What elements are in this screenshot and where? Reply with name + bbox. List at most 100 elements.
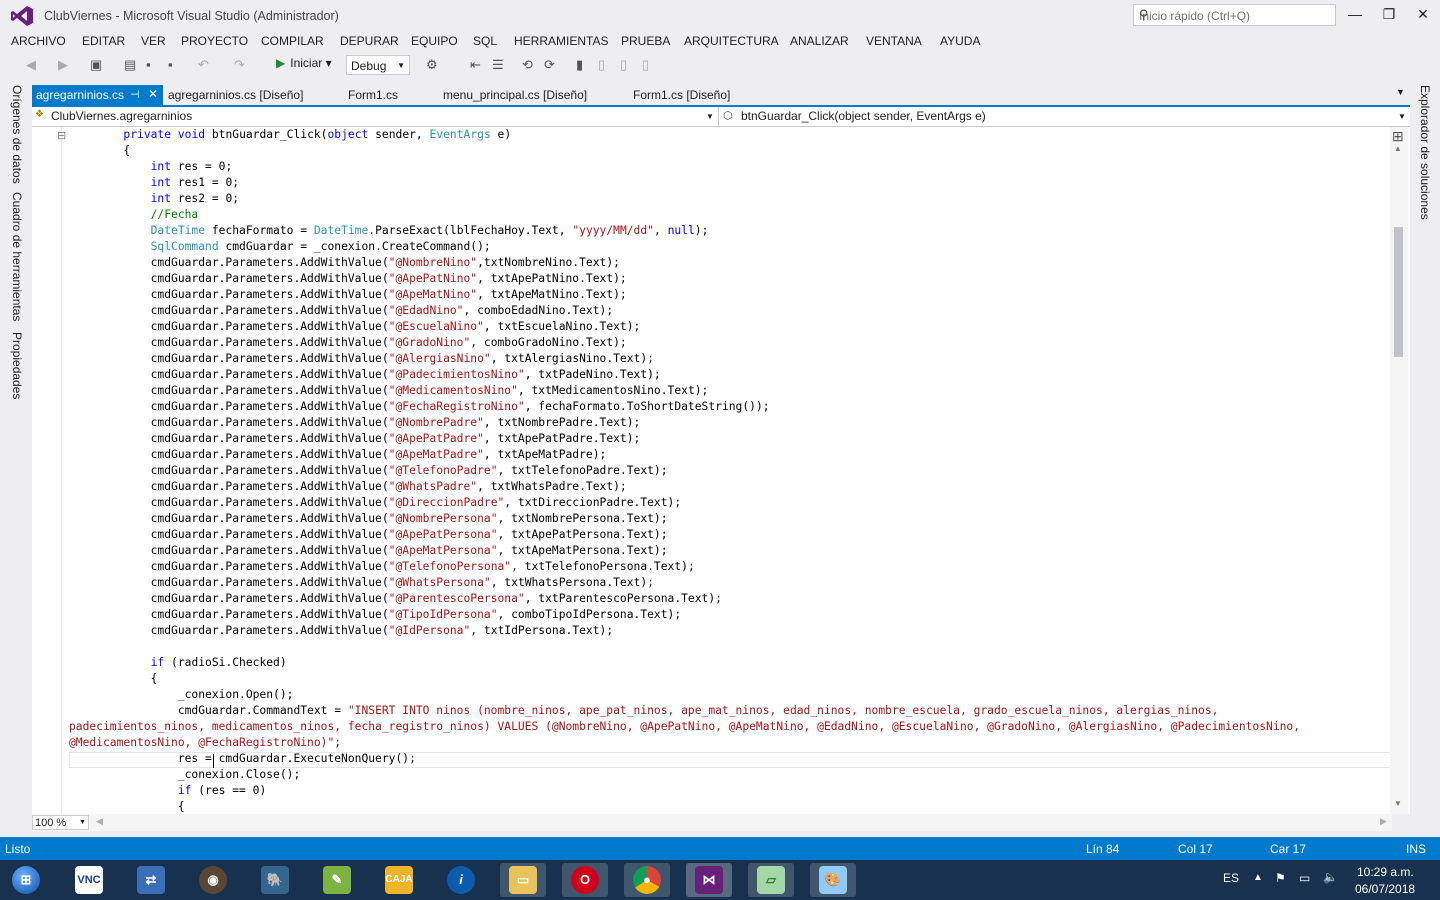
code-line[interactable]: //Fecha	[69, 207, 199, 223]
menu-proyecto[interactable]: PROYECTO	[181, 34, 248, 48]
tab-document[interactable]: Form1.cs [Diseño]	[633, 88, 730, 102]
menu-ver[interactable]: VER	[141, 34, 166, 48]
clear-bookmarks-icon[interactable]: ▯	[642, 57, 649, 73]
taskbar-webcam[interactable]: ◉	[190, 863, 236, 897]
code-editor[interactable]: ⊟ private void btnGuardar_Click(object s…	[32, 127, 1410, 814]
code-line[interactable]: _conexion.Open();	[69, 687, 294, 703]
code-line[interactable]: int res = 0;	[69, 159, 233, 175]
code-line[interactable]: @MedicamentosNino, @FechaRegistroNino)";	[69, 735, 341, 751]
tab-document[interactable]: agregarninios.cs [Diseño]	[168, 88, 303, 102]
tab-document[interactable]: menu_principal.cs [Diseño]	[443, 88, 587, 102]
next-bookmark-icon[interactable]: ▯	[620, 57, 627, 73]
code-line[interactable]: cmdGuardar.Parameters.AddWithValue("@IdP…	[69, 623, 614, 639]
clock-date[interactable]: 06/07/2018	[1355, 882, 1415, 896]
menu-prueba[interactable]: PRUEBA	[621, 34, 670, 48]
code-line[interactable]: cmdGuardar.Parameters.AddWithValue("@Ape…	[69, 447, 607, 463]
code-line[interactable]: int res2 = 0;	[69, 191, 239, 207]
menu-depurar[interactable]: DEPURAR	[340, 34, 399, 48]
input-language[interactable]: ES	[1223, 871, 1239, 885]
code-line[interactable]: padecimientos_ninos, medicamentos_ninos,…	[69, 719, 1300, 735]
code-line[interactable]: cmdGuardar.Parameters.AddWithValue("@Dir…	[69, 495, 682, 511]
panel-tab-toolbox[interactable]: Cuadro de herramientas	[10, 192, 24, 321]
prev-bookmark-icon[interactable]: ▯	[598, 57, 605, 73]
configuration-select[interactable]: Debug ▼	[346, 55, 410, 75]
code-line[interactable]: {	[69, 799, 185, 814]
code-line[interactable]: {	[69, 671, 158, 687]
tab-document[interactable]: Form1.cs	[348, 88, 398, 102]
scroll-left-icon[interactable]: ◀	[96, 816, 103, 827]
code-line[interactable]: cmdGuardar.Parameters.AddWithValue("@Ape…	[69, 271, 627, 287]
network-tray-icon[interactable]: ▭	[1299, 871, 1310, 885]
collapse-region-icon[interactable]: ⊟	[57, 129, 66, 142]
menu-compilar[interactable]: COMPILAR	[261, 34, 324, 48]
menu-editar[interactable]: EDITAR	[82, 34, 125, 48]
code-line[interactable]: {	[69, 143, 130, 159]
scroll-right-icon[interactable]: ▶	[1380, 816, 1387, 827]
step-icon[interactable]: ⇤	[470, 57, 481, 73]
panel-tab-solution-explorer[interactable]: Explorador de soluciones	[1418, 85, 1432, 220]
member-scope-dropdown[interactable]: ⬡ btnGuardar_Click(object sender, EventA…	[720, 107, 1410, 126]
code-line[interactable]: cmdGuardar.Parameters.AddWithValue("@Tel…	[69, 463, 668, 479]
menu-ayuda[interactable]: AYUDA	[940, 34, 980, 48]
code-line[interactable]: cmdGuardar.Parameters.AddWithValue("@Nom…	[69, 415, 641, 431]
indent-icon[interactable]: ☰	[492, 57, 504, 73]
start-debug-button[interactable]: ▶ Iniciar ▾	[276, 56, 332, 70]
menu-analizar[interactable]: ANALIZAR	[790, 34, 849, 48]
save-all-icon[interactable]: ▪	[168, 57, 173, 72]
code-line[interactable]: if (res == 0)	[69, 783, 266, 799]
taskbar-vnc[interactable]: VNC	[66, 863, 112, 897]
code-line[interactable]: int res1 = 0;	[69, 175, 239, 191]
code-line[interactable]: DateTime fechaFormato = DateTime.ParseEx…	[69, 223, 709, 239]
panel-tab-data-sources[interactable]: Orígenes de datos	[10, 85, 24, 184]
taskbar-visual-studio[interactable]: ⋈	[686, 863, 732, 897]
taskbar-paint[interactable]: 🎨	[810, 863, 856, 897]
save-icon[interactable]: ▪	[146, 57, 151, 72]
menu-equipo[interactable]: EQUIPO	[411, 34, 458, 48]
menu-ventana[interactable]: VENTANA	[866, 34, 922, 48]
volume-icon[interactable]: 🔈	[1323, 870, 1338, 884]
action-center-flag-icon[interactable]: ⚑	[1275, 871, 1286, 885]
taskbar-folder-files[interactable]: ▱	[748, 863, 794, 897]
taskbar-opera[interactable]: O	[562, 863, 608, 897]
code-line[interactable]: cmdGuardar.Parameters.AddWithValue("@Par…	[69, 591, 722, 607]
code-line[interactable]: cmdGuardar.Parameters.AddWithValue("@Nom…	[69, 511, 668, 527]
class-scope-dropdown[interactable]: ❖ ClubViernes.agregarninios ▼	[32, 107, 719, 126]
redo-icon[interactable]: ↷	[234, 57, 245, 73]
code-line[interactable]: cmdGuardar.Parameters.AddWithValue("@Wha…	[69, 479, 627, 495]
code-line[interactable]: res = cmdGuardar.ExecuteNonQuery();	[69, 751, 416, 767]
code-line[interactable]: cmdGuardar.Parameters.AddWithValue("@Tip…	[69, 607, 682, 623]
tab-active[interactable]: agregarninios.cs ⊣ ✕	[32, 85, 163, 105]
close-tab-icon[interactable]: ✕	[148, 87, 158, 101]
code-line[interactable]: cmdGuardar.Parameters.AddWithValue("@Ape…	[69, 431, 641, 447]
menu-arquitectura[interactable]: ARQUITECTURA	[684, 34, 779, 48]
code-line[interactable]: private void btnGuardar_Click(object sen…	[69, 127, 511, 143]
attach-icon[interactable]: ⚙	[426, 57, 438, 73]
code-line[interactable]: cmdGuardar.Parameters.AddWithValue("@Pad…	[69, 367, 661, 383]
new-project-icon[interactable]: ▣	[90, 57, 102, 73]
code-line[interactable]: cmdGuardar.Parameters.AddWithValue("@Eda…	[69, 303, 614, 319]
code-line[interactable]: SqlCommand cmdGuardar = _conexion.Create…	[69, 239, 491, 255]
code-line[interactable]: cmdGuardar.Parameters.AddWithValue("@Fec…	[69, 399, 770, 415]
uncomment-icon[interactable]: ⟳	[544, 57, 555, 73]
taskbar-notepad-plus[interactable]: ✎	[314, 863, 360, 897]
forward-icon[interactable]: ▶	[58, 57, 68, 73]
taskbar-app-i[interactable]: i	[438, 863, 484, 897]
code-line[interactable]: cmdGuardar.Parameters.AddWithValue("@Ape…	[69, 287, 627, 303]
minimize-button[interactable]: —	[1340, 6, 1370, 26]
bookmark-icon[interactable]: ▮	[576, 57, 583, 73]
open-file-icon[interactable]: ▤	[124, 57, 136, 73]
taskbar-file-explorer[interactable]: ▭	[500, 863, 546, 897]
scroll-down-icon[interactable]: ▼	[1394, 799, 1402, 808]
show-hidden-icons-icon[interactable]: ▲	[1253, 872, 1263, 883]
vertical-scrollbar[interactable]: ▲ ▼	[1390, 127, 1408, 814]
taskbar-postgresql[interactable]: 🐘	[252, 863, 298, 897]
code-line[interactable]: cmdGuardar.Parameters.AddWithValue("@Esc…	[69, 319, 641, 335]
menu-sql[interactable]: SQL	[473, 34, 497, 48]
close-button[interactable]: ✕	[1408, 6, 1438, 26]
undo-icon[interactable]: ↶	[198, 57, 209, 73]
code-line[interactable]: cmdGuardar.Parameters.AddWithValue("@Gra…	[69, 335, 627, 351]
code-line[interactable]: cmdGuardar.Parameters.AddWithValue("@Wha…	[69, 575, 654, 591]
scroll-up-icon[interactable]: ▲	[1394, 144, 1402, 153]
tab-overflow-chevron-icon[interactable]: ▼	[1396, 87, 1405, 97]
split-window-icon[interactable]: ⊞	[1392, 128, 1404, 145]
